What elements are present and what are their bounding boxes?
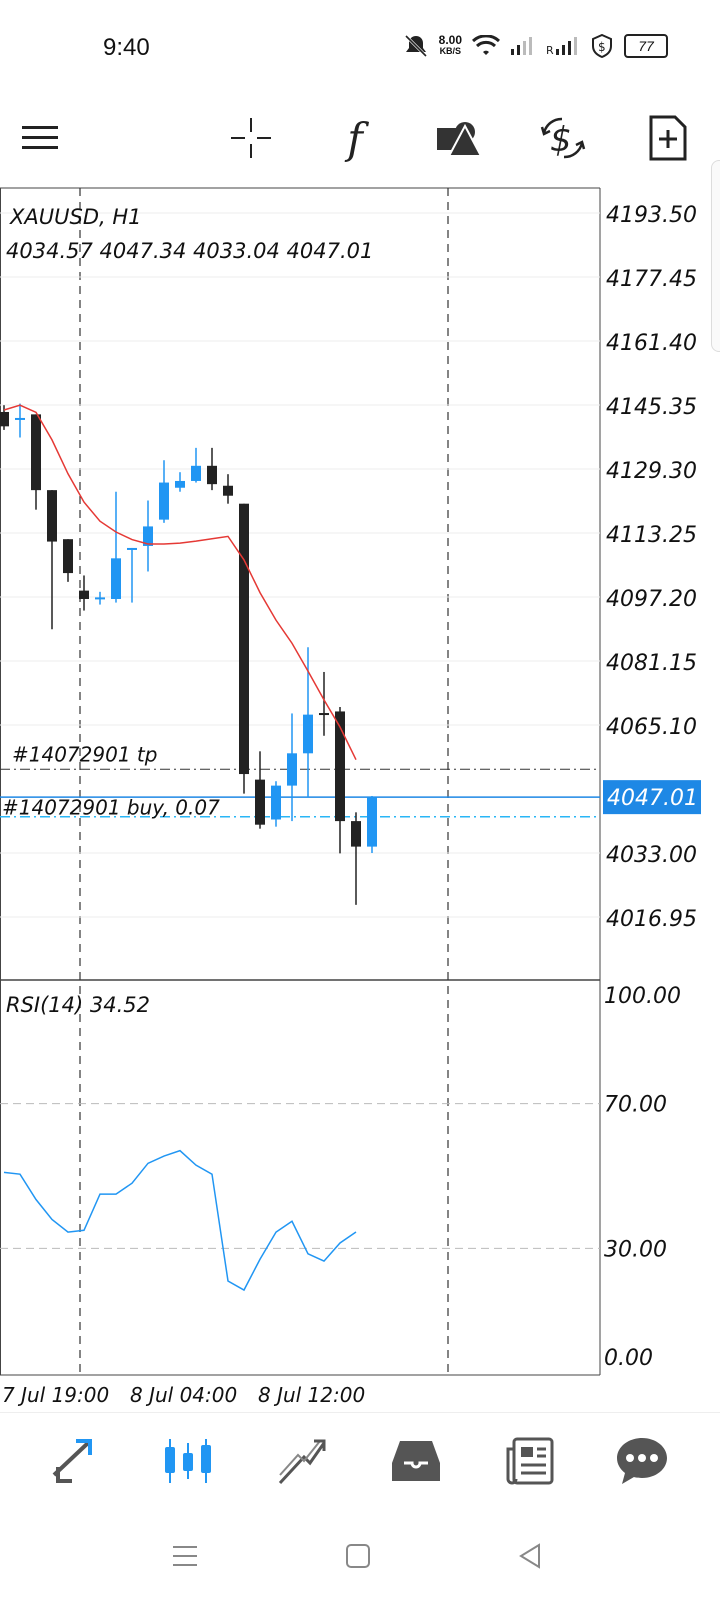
candle-body	[271, 785, 281, 820]
tp-label: #14072901 tp	[12, 742, 157, 766]
quotes-icon	[52, 1439, 92, 1483]
nav-news[interactable]	[500, 1431, 560, 1491]
price-label: 4033.00	[606, 843, 697, 868]
home-icon	[346, 1544, 370, 1568]
order-label: #14072901 buy, 0.07	[2, 796, 220, 820]
history-icon	[392, 1441, 440, 1481]
price-label: 4161.40	[606, 331, 697, 356]
recent-apps-button[interactable]	[163, 1534, 207, 1578]
candles	[0, 403, 377, 905]
rsi-levels: 100.00 70.00 30.00 0.00	[0, 984, 681, 1371]
nav-quotes[interactable]	[44, 1431, 104, 1491]
price-label: 4129.30	[606, 459, 697, 484]
price-label: 4145.35	[606, 395, 697, 420]
nav-chart[interactable]	[158, 1431, 218, 1491]
candle-body	[367, 797, 377, 847]
price-label: 4016.95	[606, 907, 697, 932]
rsi-level-label: 70.00	[604, 1093, 667, 1118]
system-navigation	[0, 1512, 720, 1600]
bottom-navigation	[0, 1412, 720, 1513]
rsi-label: RSI(14) 34.52	[6, 993, 150, 1017]
candle-body	[303, 714, 313, 754]
candle-body	[255, 779, 265, 825]
candle-body	[0, 411, 9, 427]
price-label: 4097.20	[606, 587, 697, 612]
candle-body	[191, 465, 201, 481]
candle-body	[223, 485, 233, 496]
current-price-label: 4047.01	[607, 786, 698, 811]
candle-body	[111, 558, 121, 599]
nav-trade[interactable]	[272, 1431, 332, 1491]
recent-apps-icon	[173, 1546, 197, 1566]
news-icon	[506, 1437, 554, 1485]
ohlc-values: 4034.57 4047.34 4033.04 4047.01	[6, 239, 373, 263]
moving-average-line	[3, 404, 357, 761]
candle-body	[95, 597, 105, 600]
messages-icon	[617, 1438, 667, 1484]
candle-body	[207, 465, 217, 485]
candle-body	[287, 753, 297, 786]
time-label: 7 Jul 19:00	[2, 1383, 109, 1407]
home-button[interactable]	[336, 1534, 380, 1578]
time-label: 8 Jul 04:00	[130, 1383, 237, 1407]
candle-body	[63, 539, 73, 574]
chart-icon	[165, 1439, 211, 1483]
candle-body	[127, 547, 137, 550]
price-label: 4193.50	[606, 203, 697, 228]
price-label: 4065.10	[606, 715, 697, 740]
price-label: 4081.15	[606, 651, 697, 676]
candle-body	[239, 503, 249, 775]
rsi-level-label: 0.00	[604, 1346, 653, 1371]
price-axis: 4193.50 4177.45 4161.40 4145.35 4129.30 4113.…	[606, 203, 697, 932]
back-icon	[519, 1543, 540, 1569]
price-chart[interactable]: 4193.50 4177.45 4161.40 4145.35 4129.30 4113.…	[0, 0, 720, 1420]
candle-body	[31, 414, 41, 491]
trade-icon	[278, 1439, 326, 1485]
candle-body	[351, 821, 361, 847]
back-button[interactable]	[508, 1534, 552, 1578]
price-label: 4113.25	[606, 523, 697, 548]
rsi-line	[3, 1149, 357, 1292]
candle-body	[79, 590, 89, 599]
candle-body	[159, 482, 169, 520]
candle-body	[175, 480, 185, 488]
rsi-level-label: 100.00	[604, 984, 681, 1009]
rsi-level-label: 30.00	[604, 1237, 667, 1262]
time-label: 8 Jul 12:00	[258, 1383, 365, 1407]
candle-body	[47, 490, 57, 542]
price-label: 4177.45	[606, 267, 697, 292]
symbol-timeframe: XAUUSD, H1	[9, 205, 142, 229]
candle-body	[319, 713, 329, 716]
nav-messages[interactable]	[612, 1431, 672, 1491]
candle-body	[15, 417, 25, 420]
nav-history[interactable]	[386, 1431, 446, 1491]
